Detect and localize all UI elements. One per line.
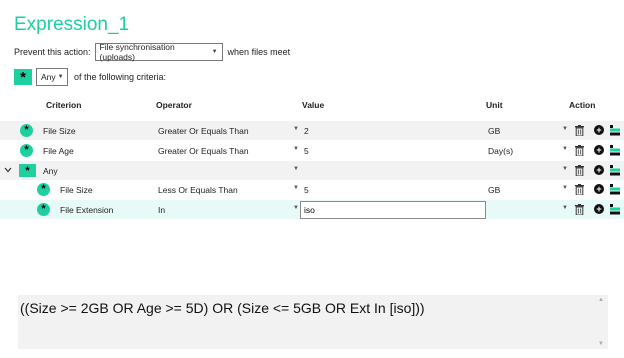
add-icon[interactable]: + <box>594 184 604 194</box>
dropdown-caret-icon[interactable]: ▼ <box>562 166 568 172</box>
dropdown-caret-icon: ▼ <box>57 74 64 80</box>
operator-cell[interactable]: Less Or Equals Than <box>158 185 238 195</box>
column-operator: Operator <box>156 100 192 110</box>
add-group-icon[interactable] <box>610 125 621 136</box>
trash-icon[interactable] <box>575 204 584 215</box>
add-group-icon[interactable] <box>610 145 621 156</box>
value-cell[interactable]: 5 <box>304 185 309 195</box>
operator-cell[interactable]: Greater Or Equals Than <box>158 126 249 136</box>
operator-cell[interactable]: Greater Or Equals Than <box>158 146 249 156</box>
dropdown-caret-icon[interactable]: ▼ <box>562 146 568 152</box>
add-icon[interactable]: + <box>594 125 604 135</box>
add-icon[interactable]: + <box>594 165 604 175</box>
expand-chevron-icon[interactable] <box>4 167 12 173</box>
criterion-cell: File Size <box>60 185 93 195</box>
criterion-cell[interactable]: Any <box>43 166 58 176</box>
match-select[interactable]: Any ▼ <box>36 68 68 86</box>
dropdown-caret-icon: ▼ <box>211 49 218 55</box>
column-action: Action <box>569 100 596 110</box>
column-value: Value <box>302 100 325 110</box>
criteria-match-suffix: of the following criteria: <box>74 72 167 82</box>
asterisk-icon: * <box>20 144 33 157</box>
value-cell[interactable]: 5 <box>304 146 309 156</box>
dropdown-caret-icon[interactable]: ▼ <box>562 185 568 191</box>
criterion-cell: File Age <box>43 146 74 156</box>
match-select-value: Any <box>41 72 56 82</box>
add-icon[interactable]: + <box>594 204 604 214</box>
table-row[interactable]: * File Size Greater Or Equals Than ▼ 2 G… <box>0 121 624 140</box>
scroll-down-icon[interactable]: ▼ <box>598 341 604 347</box>
prevent-label: Prevent this action: <box>14 47 91 57</box>
criteria-match-row: * Any ▼ of the following criteria: <box>14 68 166 86</box>
action-select[interactable]: File synchronisation (uploads) ▼ <box>94 42 223 62</box>
dropdown-caret-icon[interactable]: ▼ <box>293 126 299 132</box>
trash-icon[interactable] <box>575 145 584 156</box>
asterisk-icon: * <box>20 124 33 137</box>
dropdown-caret-icon[interactable]: ▼ <box>562 126 568 132</box>
page-title: Expression_1 <box>14 14 130 35</box>
add-group-icon[interactable] <box>610 204 621 215</box>
criterion-cell: File Extension <box>60 205 114 215</box>
column-unit: Unit <box>486 100 503 110</box>
operator-cell[interactable]: In <box>158 205 165 215</box>
column-criterion: Criterion <box>46 100 82 110</box>
trash-icon[interactable] <box>575 184 584 195</box>
criterion-cell: File Size <box>43 126 76 136</box>
asterisk-icon: * <box>37 203 50 216</box>
scroll-up-icon[interactable]: ▲ <box>598 297 604 303</box>
dropdown-caret-icon[interactable]: ▼ <box>293 166 299 172</box>
trash-icon[interactable] <box>575 165 584 176</box>
prevent-suffix: when files meet <box>227 47 291 57</box>
value-cell[interactable]: 2 <box>304 126 309 136</box>
value-input[interactable] <box>300 201 486 219</box>
unit-cell[interactable]: GB <box>488 126 500 136</box>
dropdown-caret-icon[interactable]: ▼ <box>293 185 299 191</box>
group-row[interactable]: * Any ▼ ▼ + <box>0 161 624 180</box>
asterisk-icon: * <box>14 69 32 85</box>
dropdown-caret-icon[interactable]: ▼ <box>293 205 299 211</box>
action-select-value: File synchronisation (uploads) <box>99 42 175 62</box>
table-row[interactable]: * File Extension In ▼ ▼ + <box>0 200 624 219</box>
add-group-icon[interactable] <box>610 165 621 176</box>
dropdown-caret-icon[interactable]: ▼ <box>562 205 568 211</box>
table-row[interactable]: * File Age Greater Or Equals Than ▼ 5 Da… <box>0 141 624 160</box>
add-group-icon[interactable] <box>610 184 621 195</box>
unit-cell[interactable]: GB <box>488 185 500 195</box>
table-row[interactable]: * File Size Less Or Equals Than ▼ 5 GB ▼… <box>0 180 624 199</box>
expression-box[interactable]: ((Size >= 2GB OR Age >= 5D) OR (Size <= … <box>18 295 608 349</box>
asterisk-icon: * <box>37 183 50 196</box>
add-icon[interactable]: + <box>594 145 604 155</box>
expression-text: ((Size >= 2GB OR Age >= 5D) OR (Size <= … <box>20 300 425 316</box>
criteria-table-header: Criterion Operator Value Unit Action <box>0 96 624 114</box>
trash-icon[interactable] <box>575 125 584 136</box>
asterisk-icon: * <box>19 164 36 177</box>
dropdown-caret-icon[interactable]: ▼ <box>293 146 299 152</box>
unit-cell[interactable]: Day(s) <box>488 146 513 156</box>
prevent-action-row: Prevent this action: File synchronisatio… <box>14 42 291 62</box>
